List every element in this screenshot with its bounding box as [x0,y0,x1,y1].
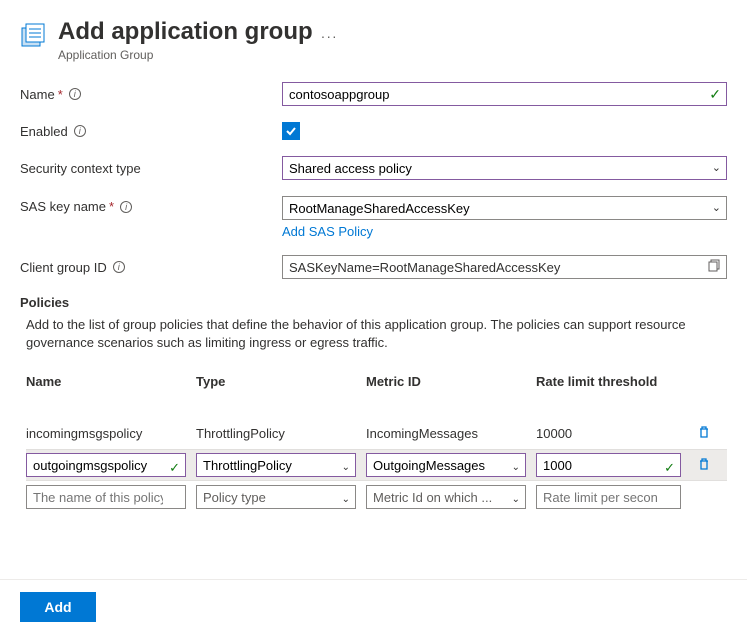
policy-metric-select[interactable]: OutgoingMessages [366,453,526,477]
policy-name-input[interactable] [26,485,186,509]
policy-metric-select[interactable]: Metric Id on which ... [366,485,526,509]
policies-table: Name Type Metric ID Rate limit threshold… [26,365,727,513]
col-type: Type [196,374,366,389]
enabled-label: Enabled [20,124,68,139]
name-label: Name [20,87,55,102]
info-icon[interactable]: i [74,125,86,137]
policies-description: Add to the list of group policies that d… [26,316,726,351]
col-metric: Metric ID [366,374,536,389]
policies-heading: Policies [20,295,727,310]
client-group-id: SASKeyName=RootManageSharedAccessKey [282,255,727,279]
info-icon[interactable]: i [69,88,81,100]
page-subtitle: Application Group [58,48,313,62]
required-marker: * [109,199,114,214]
policy-type-select[interactable]: Policy type [196,485,356,509]
name-input[interactable] [282,82,727,106]
policy-type-select[interactable]: ThrottlingPolicy [196,453,356,477]
policy-row: incomingmsgspolicy ThrottlingPolicy Inco… [26,417,727,449]
info-icon[interactable]: i [120,201,132,213]
sas-key-select[interactable]: RootManageSharedAccessKey [282,196,727,220]
enabled-checkbox[interactable] [282,122,300,140]
col-rate: Rate limit threshold [536,374,691,389]
policy-row-new: Policy type ⌄ Metric Id on which ... ⌄ [26,481,727,513]
delete-icon[interactable] [697,457,711,474]
col-name: Name [26,374,196,389]
more-menu[interactable]: ··· [321,28,338,44]
security-context-label: Security context type [20,161,141,176]
policy-row-editing: ✓ ThrottlingPolicy ⌄ OutgoingMessages ⌄ … [26,449,727,481]
add-sas-policy-link[interactable]: Add SAS Policy [282,224,373,239]
policy-rate-input[interactable] [536,485,681,509]
info-icon[interactable]: i [113,261,125,273]
sas-key-label: SAS key name [20,199,106,214]
security-context-select[interactable]: Shared access policy [282,156,727,180]
policy-rate-input[interactable] [536,453,681,477]
copy-icon[interactable] [708,259,721,275]
required-marker: * [58,87,63,102]
app-group-icon [20,22,48,53]
policy-name-input[interactable] [26,453,186,477]
page-title: Add application group [58,18,313,46]
add-button[interactable]: Add [20,592,96,622]
client-group-label: Client group ID [20,260,107,275]
delete-icon[interactable] [697,425,711,442]
